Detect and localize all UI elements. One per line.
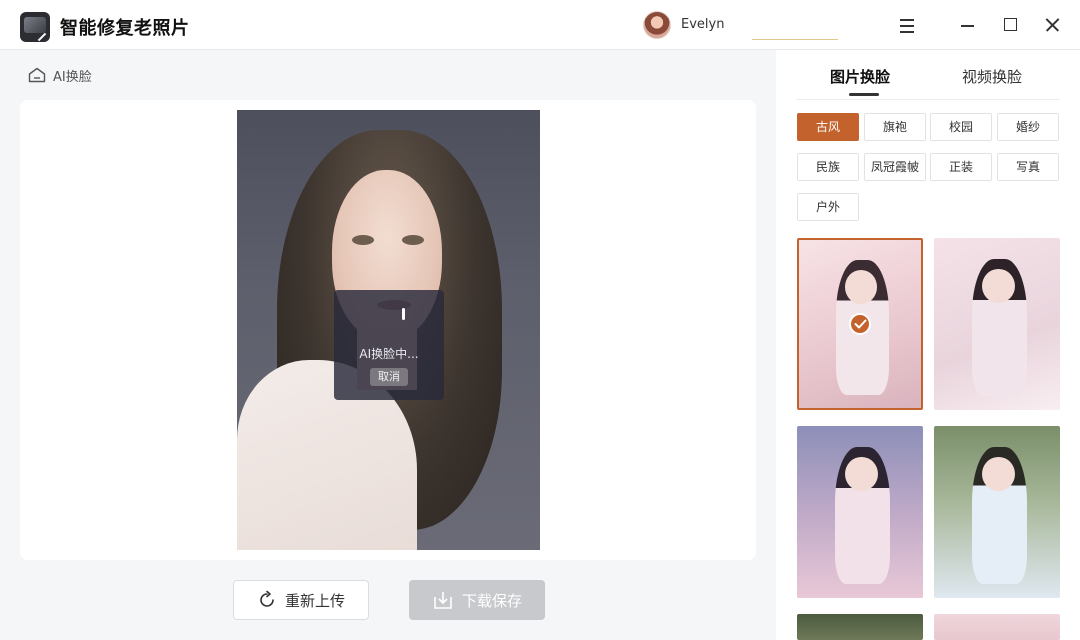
breadcrumb[interactable]: AI换脸	[28, 64, 92, 86]
download-icon	[432, 589, 454, 611]
title-bar: 智能修复老照片 Evelyn	[0, 0, 1080, 50]
app-logo-icon	[20, 12, 50, 42]
tag-minzu[interactable]: 民族	[797, 153, 859, 181]
template-thumbnail[interactable]	[797, 426, 923, 598]
download-button[interactable]: 下载保存	[409, 580, 545, 620]
menu-icon[interactable]	[892, 10, 922, 40]
tag-zhengzhuang[interactable]: 正装	[930, 153, 992, 181]
user-avatar[interactable]	[643, 11, 671, 39]
cancel-button[interactable]: 取消	[370, 368, 408, 386]
tab-video-faceswap[interactable]: 视频换脸	[962, 66, 1022, 87]
template-thumbnail[interactable]	[797, 614, 923, 640]
tag-qipao[interactable]: 旗袍	[864, 113, 926, 141]
tag-xiaoyuan[interactable]: 校园	[930, 113, 992, 141]
tag-fengguan[interactable]: 凤冠霞帔	[864, 153, 926, 181]
progress-status: AI换脸中...	[359, 347, 419, 361]
tag-hunsha[interactable]: 婚纱	[997, 113, 1059, 141]
breadcrumb-label: AI换脸	[53, 69, 92, 85]
template-thumbnail[interactable]	[934, 426, 1060, 598]
tag-xiezhen[interactable]: 写真	[997, 153, 1059, 181]
template-thumbnail[interactable]	[934, 238, 1060, 410]
tab-indicator	[849, 93, 879, 96]
home-icon	[28, 67, 46, 83]
maximize-icon[interactable]	[995, 10, 1025, 40]
selected-check-icon	[849, 313, 871, 335]
template-thumbnail[interactable]	[934, 614, 1060, 640]
close-icon[interactable]	[1037, 10, 1067, 40]
tag-gufeng[interactable]: 古风	[797, 113, 859, 141]
tab-divider	[796, 99, 1060, 100]
reupload-button[interactable]: 重新上传	[233, 580, 369, 620]
loading-spinner-icon	[402, 308, 405, 320]
download-label: 下载保存	[461, 591, 522, 610]
tag-huwai[interactable]: 户外	[797, 193, 859, 221]
user-underline	[752, 39, 838, 40]
refresh-icon	[257, 590, 277, 610]
app-title: 智能修复老照片	[60, 18, 190, 39]
user-name[interactable]: Evelyn	[681, 17, 724, 32]
reupload-label: 重新上传	[284, 591, 345, 610]
minimize-icon[interactable]	[952, 10, 982, 40]
tab-image-faceswap[interactable]: 图片换脸	[830, 66, 890, 87]
